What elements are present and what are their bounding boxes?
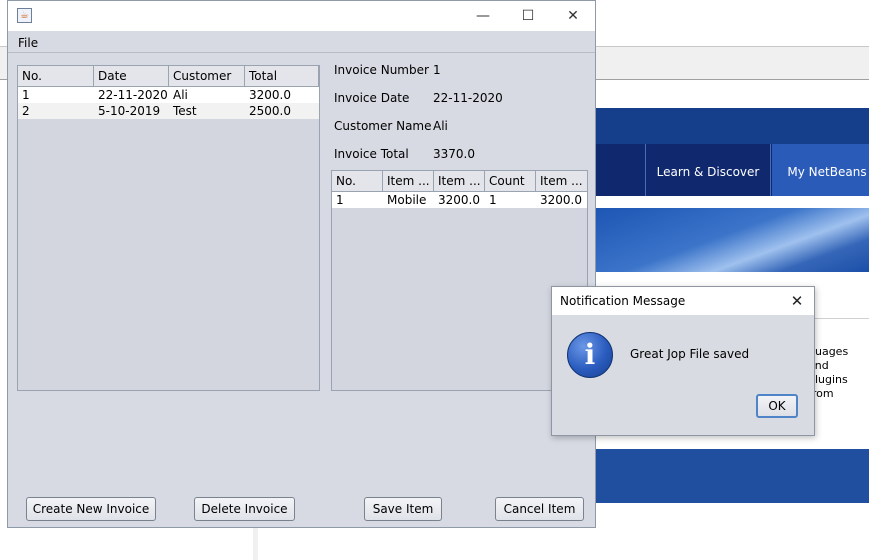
cell-item-total: 3200.0 — [540, 193, 582, 207]
maximize-button[interactable]: ☐ — [505, 1, 551, 31]
invoice-number-label: Invoice Number — [334, 63, 429, 77]
dialog-title: Notification Message — [560, 294, 686, 308]
column-header-customer[interactable]: Customer — [169, 66, 245, 86]
dialog-body: i Great Jop File saved OK — [552, 315, 814, 435]
invoice-total-label: Invoice Total — [334, 147, 409, 161]
start-page-divider — [815, 318, 869, 319]
customer-name-label: Customer Name — [334, 119, 432, 133]
close-button[interactable]: ✕ — [550, 1, 596, 31]
column-header-item-total[interactable]: Item ... — [536, 171, 587, 191]
table-row[interactable]: 1 Mobile 3200.0 1 3200.0 — [332, 192, 587, 208]
invoices-table-header: No. Date Customer Total — [18, 66, 319, 87]
invoice-date-value: 22-11-2020 — [433, 91, 503, 105]
cell-customer: Ali — [173, 88, 188, 102]
cell-date: 5-10-2019 — [98, 104, 161, 118]
table-row[interactable]: 2 5-10-2019 Test 2500.0 — [18, 103, 319, 119]
cell-count: 1 — [489, 193, 497, 207]
column-header-no[interactable]: No. — [18, 66, 94, 86]
start-page-header-band — [596, 108, 869, 144]
notification-dialog: Notification Message ✕ i Great Jop File … — [551, 286, 815, 436]
start-page-banner — [596, 208, 869, 272]
invoice-items-table[interactable]: No. Item ... Item ... Count Item ... 1 M… — [331, 170, 588, 391]
cell-customer: Test — [173, 104, 197, 118]
items-table-header: No. Item ... Item ... Count Item ... — [332, 171, 587, 192]
ok-button[interactable]: OK — [756, 394, 798, 418]
column-header-item-no[interactable]: No. — [332, 171, 383, 191]
start-page-footer-band — [596, 449, 869, 503]
start-page-text-line: plugins from — [808, 373, 848, 400]
create-new-invoice-button[interactable]: Create New Invoice — [26, 497, 156, 521]
delete-invoice-button[interactable]: Delete Invoice — [194, 497, 295, 521]
column-header-total[interactable]: Total — [245, 66, 319, 86]
cell-date: 22-11-2020 — [98, 88, 168, 102]
dialog-message: Great Jop File saved — [630, 347, 750, 361]
menu-bar: File — [8, 31, 595, 53]
java-cup-icon: ☕ — [17, 8, 32, 23]
start-page-text: guages and plugins from — [808, 345, 869, 401]
cell-item-price: 3200.0 — [438, 193, 480, 207]
cell-no: 1 — [22, 88, 30, 102]
items-table-body: 1 Mobile 3200.0 1 3200.0 — [332, 192, 587, 208]
start-page-text-line: guages and — [808, 345, 849, 372]
start-page-tab-learn[interactable]: Learn & Discover — [645, 144, 771, 196]
invoice-total-value: 3370.0 — [433, 147, 475, 161]
invoice-date-label: Invoice Date — [334, 91, 410, 105]
column-header-count[interactable]: Count — [485, 171, 536, 191]
invoices-table[interactable]: No. Date Customer Total 1 22-11-2020 Ali… — [17, 65, 320, 391]
invoice-number-value: 1 — [433, 63, 441, 77]
dialog-titlebar[interactable]: Notification Message ✕ — [552, 287, 814, 315]
column-header-item-name[interactable]: Item ... — [383, 171, 434, 191]
column-header-item-price[interactable]: Item ... — [434, 171, 485, 191]
table-row[interactable]: 1 22-11-2020 Ali 3200.0 — [18, 87, 319, 103]
cell-total: 3200.0 — [249, 88, 291, 102]
cancel-item-button[interactable]: Cancel Item — [495, 497, 584, 521]
start-page-tab-my-netbeans[interactable]: My NetBeans — [772, 144, 869, 196]
cell-total: 2500.0 — [249, 104, 291, 118]
column-header-date[interactable]: Date — [94, 66, 169, 86]
dialog-close-icon[interactable]: ✕ — [786, 290, 808, 312]
menu-file[interactable]: File — [18, 36, 38, 50]
info-icon: i — [567, 332, 613, 378]
cell-no: 2 — [22, 104, 30, 118]
customer-name-value: Ali — [433, 119, 448, 133]
minimize-button[interactable]: — — [460, 1, 506, 31]
save-item-button[interactable]: Save Item — [364, 497, 442, 521]
invoice-app-window: ☕ — ☐ ✕ File No. Date Customer Total 1 2… — [7, 0, 596, 528]
cell-item-no: 1 — [336, 193, 344, 207]
cell-item-name: Mobile — [387, 193, 427, 207]
window-titlebar[interactable]: ☕ — ☐ ✕ — [8, 1, 595, 31]
invoices-table-body: 1 22-11-2020 Ali 3200.0 2 5-10-2019 Test… — [18, 87, 319, 119]
